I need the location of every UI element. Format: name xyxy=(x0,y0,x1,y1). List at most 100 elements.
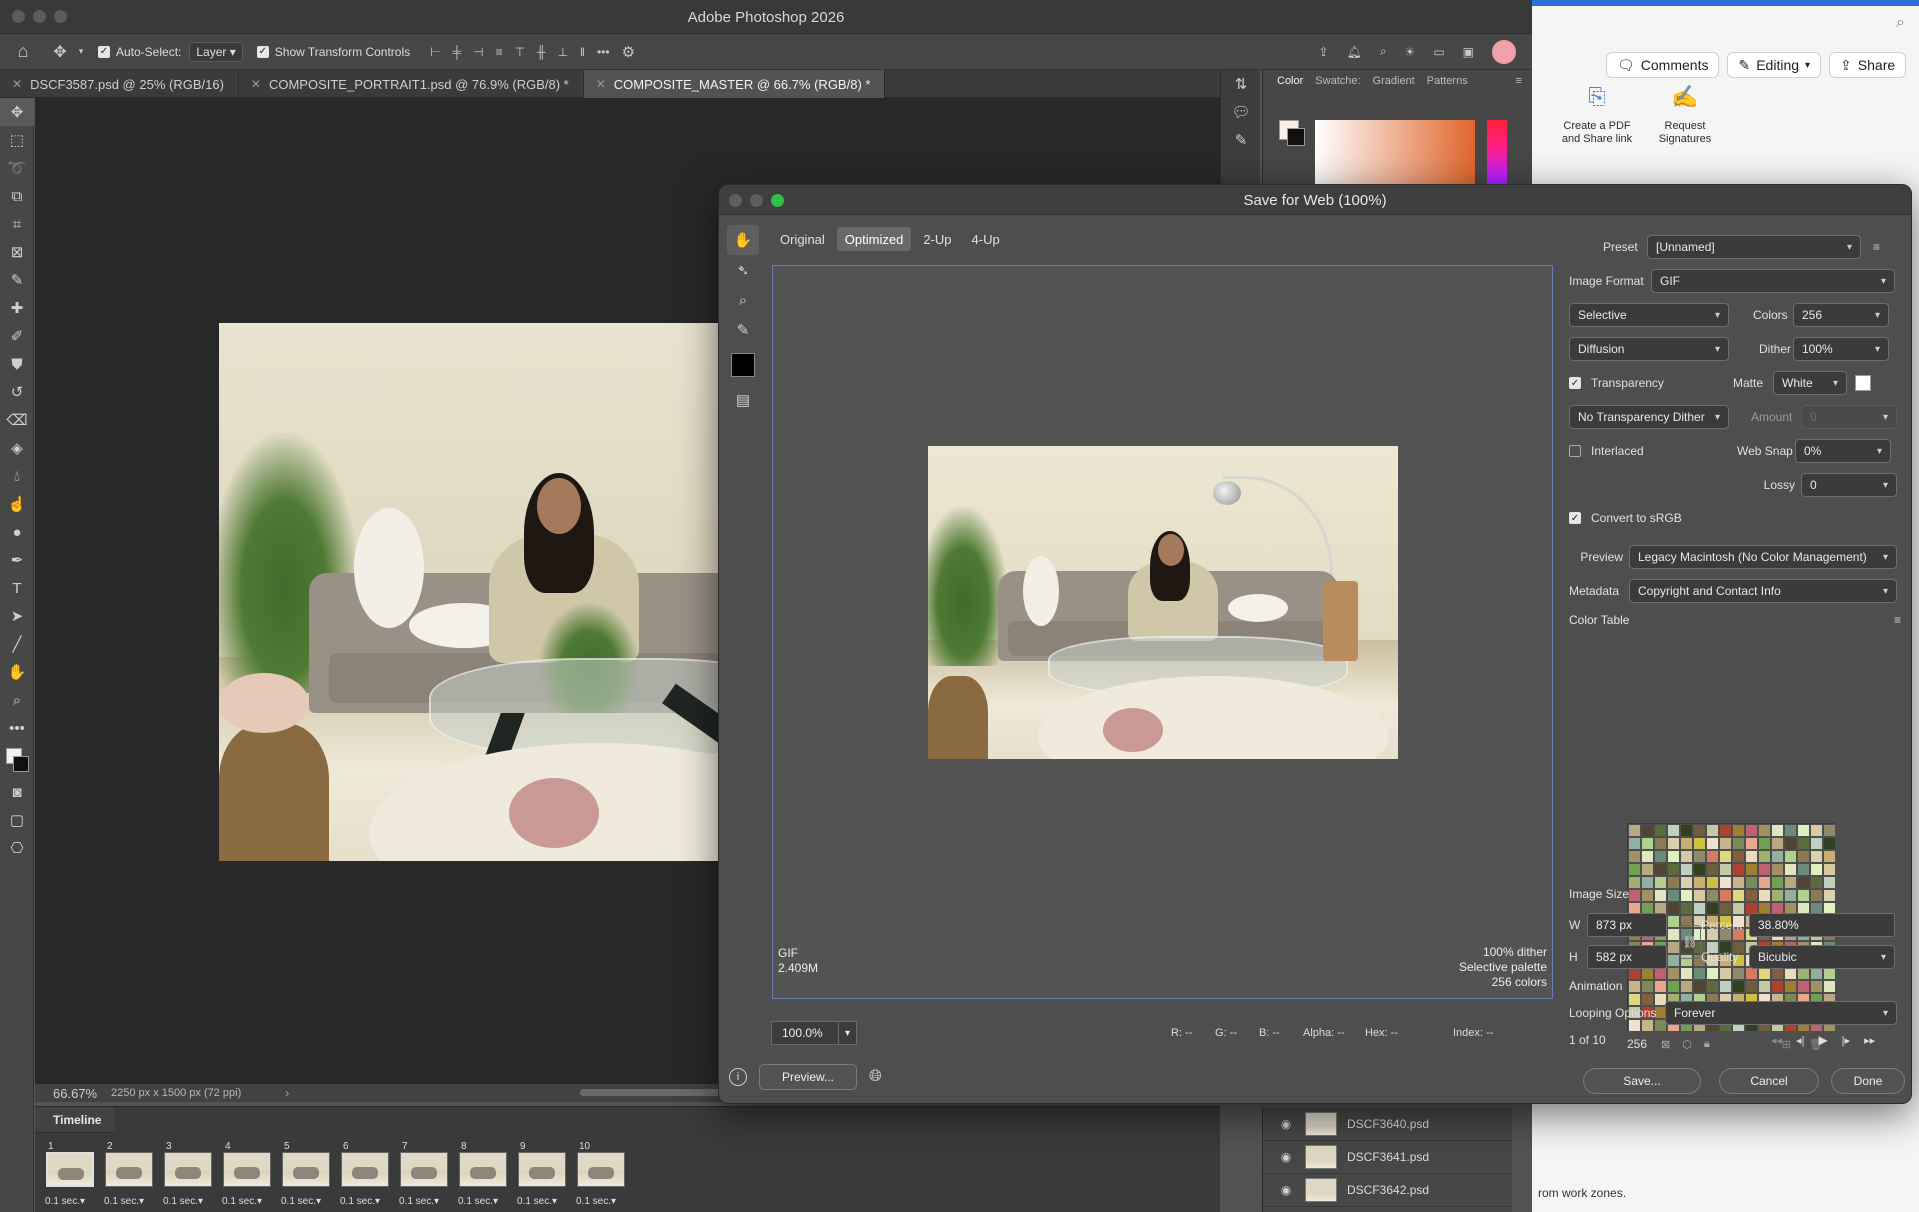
color-swatch[interactable] xyxy=(1823,863,1836,876)
frame-tool-icon[interactable]: ⊠ xyxy=(0,238,34,266)
color-swatch[interactable] xyxy=(1680,837,1693,850)
color-swatch[interactable] xyxy=(1732,876,1745,889)
doc-tab-2[interactable]: ✕ COMPOSITE_PORTRAIT1.psd @ 76.9% (RGB/8)… xyxy=(239,70,584,98)
transparency-checkbox[interactable]: ✓ xyxy=(1569,377,1581,389)
color-swatch[interactable] xyxy=(1771,837,1784,850)
color-swatch[interactable] xyxy=(1706,850,1719,863)
quick-mask-icon[interactable]: ◙ xyxy=(0,778,34,806)
timeline-frame[interactable]: 4 0.1 sec.▾ xyxy=(222,1141,272,1212)
auto-select-option[interactable]: ✓ Auto-Select: Layer ▾ xyxy=(98,41,243,62)
eyedropper-tool-icon[interactable]: ✎ xyxy=(0,266,34,294)
color-swatch[interactable] xyxy=(1654,837,1667,850)
color-swatch[interactable] xyxy=(1706,863,1719,876)
info-icon[interactable]: i xyxy=(729,1068,747,1086)
visibility-eye-icon[interactable]: ◉ xyxy=(1277,1183,1295,1197)
show-transform-checkbox[interactable]: ✓ xyxy=(256,45,269,58)
color-swatch[interactable] xyxy=(1784,824,1797,837)
layer-row[interactable]: ◉ DSCF3642.psd xyxy=(1263,1174,1512,1207)
color-swatch[interactable] xyxy=(1654,863,1667,876)
color-swatch[interactable] xyxy=(1732,824,1745,837)
color-swatch[interactable] xyxy=(1719,824,1732,837)
color-table-menu-icon[interactable]: ≡ xyxy=(1894,613,1901,627)
color-swatch[interactable] xyxy=(1706,980,1719,993)
color-swatch[interactable] xyxy=(1667,837,1680,850)
camera-icon[interactable]: ⎔ xyxy=(0,834,34,862)
color-swatch[interactable] xyxy=(1771,824,1784,837)
color-swatches-icon[interactable] xyxy=(0,742,34,778)
color-swatch[interactable] xyxy=(1719,876,1732,889)
color-swatch[interactable] xyxy=(1758,837,1771,850)
crop-tool-icon[interactable]: ⌗ xyxy=(0,210,34,238)
close-tab-icon[interactable]: ✕ xyxy=(596,77,606,91)
color-swatch[interactable] xyxy=(1680,980,1693,993)
color-swatch[interactable] xyxy=(1680,876,1693,889)
color-swatch[interactable] xyxy=(1758,889,1771,902)
color-swatch[interactable] xyxy=(1654,980,1667,993)
color-swatch[interactable] xyxy=(1797,889,1810,902)
color-swatch[interactable] xyxy=(1823,837,1836,850)
type-tool-icon[interactable]: T xyxy=(0,574,34,602)
color-swatch[interactable] xyxy=(1654,850,1667,863)
color-swatch[interactable] xyxy=(1706,889,1719,902)
color-swatch[interactable] xyxy=(1719,889,1732,902)
color-swatch[interactable] xyxy=(1641,850,1654,863)
last-frame-icon[interactable]: ▸▸ xyxy=(1864,1034,1875,1047)
request-signatures-action[interactable]: ✍ Request Signatures xyxy=(1648,86,1722,146)
color-reduction-select[interactable]: Selective ▾ xyxy=(1569,303,1729,327)
frame-thumbnail[interactable] xyxy=(400,1152,448,1187)
preview-in-browser-button[interactable]: Preview... xyxy=(759,1064,857,1090)
more-tools-icon[interactable]: ••• xyxy=(0,714,34,742)
color-swatch[interactable] xyxy=(1745,980,1758,993)
timeline-frame[interactable]: 7 0.1 sec.▾ xyxy=(399,1141,449,1212)
frame-thumbnail[interactable] xyxy=(518,1152,566,1187)
line-tool-icon[interactable]: ╱ xyxy=(0,630,34,658)
comments-button[interactable]: 🗨︎ Comments xyxy=(1606,52,1720,78)
color-swatch[interactable] xyxy=(1667,850,1680,863)
color-swatch[interactable] xyxy=(1758,876,1771,889)
color-swatch[interactable] xyxy=(1667,889,1680,902)
timeline-title[interactable]: Timeline xyxy=(35,1107,115,1133)
move-tool-icon[interactable]: ✥ xyxy=(46,42,74,62)
color-swatch[interactable] xyxy=(1784,980,1797,993)
align-left-icon[interactable]: ⊢ xyxy=(430,43,440,61)
color-swatch[interactable] xyxy=(1654,889,1667,902)
pen-tool-icon[interactable]: ✒ xyxy=(0,546,34,574)
color-swatch[interactable] xyxy=(1745,889,1758,902)
color-swatch[interactable] xyxy=(1758,980,1771,993)
hand-tool-icon[interactable]: ✋ xyxy=(0,658,34,686)
adjustments-icon[interactable]: ⇅ xyxy=(1221,70,1261,98)
share-button[interactable]: ⇪ Share xyxy=(1829,52,1907,78)
quality-select[interactable]: Bicubic ▾ xyxy=(1749,945,1895,969)
color-swatch[interactable] xyxy=(1758,850,1771,863)
frame-delay[interactable]: 0.1 sec.▾ xyxy=(517,1196,557,1207)
color-swatch[interactable] xyxy=(1680,824,1693,837)
color-swatch[interactable] xyxy=(1641,837,1654,850)
show-transform-option[interactable]: ✓ Show Transform Controls xyxy=(256,45,410,59)
color-swatch[interactable] xyxy=(1641,980,1654,993)
timeline-frame[interactable]: 6 0.1 sec.▾ xyxy=(340,1141,390,1212)
interlaced-checkbox[interactable] xyxy=(1569,445,1581,457)
color-swatch[interactable] xyxy=(1641,876,1654,889)
color-swatch[interactable] xyxy=(1758,863,1771,876)
timeline-frame[interactable]: 8 0.1 sec.▾ xyxy=(458,1141,508,1212)
color-swatch[interactable] xyxy=(1823,824,1836,837)
align-bottom-icon[interactable]: ⊥ xyxy=(558,43,568,61)
distribute-vertical-icon[interactable]: ‖ xyxy=(580,43,585,61)
timeline-frame[interactable]: 1 0.1 sec.▾ xyxy=(45,1141,95,1212)
visibility-eye-icon[interactable]: ◉ xyxy=(1277,1150,1295,1164)
background-color[interactable] xyxy=(1287,128,1305,146)
color-swatch[interactable] xyxy=(1771,980,1784,993)
optimize-menu-icon[interactable]: ≡ xyxy=(1873,240,1880,254)
width-input[interactable]: 873 px xyxy=(1587,913,1667,937)
timeline-frame[interactable]: 9 0.1 sec.▾ xyxy=(517,1141,567,1212)
done-button[interactable]: Done xyxy=(1831,1068,1905,1094)
screen-mode-icon[interactable]: ▢ xyxy=(0,806,34,834)
color-swatch[interactable] xyxy=(1693,837,1706,850)
previous-frame-icon[interactable]: ◂| xyxy=(1796,1034,1804,1047)
align-middle-icon[interactable]: ╫ xyxy=(537,43,546,61)
dither-amount-select[interactable]: 100% ▾ xyxy=(1793,337,1889,361)
tab-gradient[interactable]: Gradient xyxy=(1373,75,1415,87)
align-center-icon[interactable]: ╪ xyxy=(453,43,462,61)
avatar[interactable] xyxy=(1492,39,1516,64)
path-select-icon[interactable]: ➤ xyxy=(0,602,34,630)
